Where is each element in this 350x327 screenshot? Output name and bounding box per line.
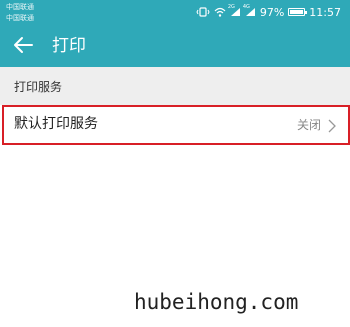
signal-icon: 2G bbox=[227, 4, 241, 17]
carrier-name-1: 中国联通 bbox=[6, 3, 34, 11]
network-type-label: 2G bbox=[227, 4, 235, 10]
signal-icon: 4G bbox=[242, 4, 256, 17]
chevron-right-icon bbox=[328, 118, 336, 133]
battery-icon bbox=[288, 8, 308, 16]
app-bar: 打印 bbox=[0, 26, 350, 67]
page-title: 打印 bbox=[52, 36, 86, 56]
section-title: 打印服务 bbox=[14, 80, 63, 94]
arrow-left-icon bbox=[13, 36, 33, 58]
network-type-label: 4G bbox=[242, 4, 250, 10]
status-bar: 中国联通 中国联通 2G 4G 97% 11:57 bbox=[0, 0, 350, 26]
default-print-service-item[interactable]: 默认打印服务 关闭 bbox=[0, 105, 350, 145]
clock: 11:57 bbox=[309, 5, 341, 19]
watermark: hubeihong.com bbox=[134, 290, 299, 314]
carrier-name-2: 中国联通 bbox=[6, 14, 34, 22]
section-header: 打印服务 bbox=[0, 67, 350, 105]
wifi-icon bbox=[214, 7, 226, 17]
back-button[interactable] bbox=[10, 34, 36, 60]
status-icons: 2G 4G 97% 11:57 bbox=[196, 4, 341, 20]
battery-percent: 97% bbox=[259, 5, 285, 19]
carrier-info: 中国联通 中国联通 bbox=[6, 2, 34, 24]
vibrate-icon bbox=[196, 7, 210, 17]
list-item-label: 默认打印服务 bbox=[14, 116, 98, 132]
list-item-value: 关闭 bbox=[296, 118, 321, 132]
